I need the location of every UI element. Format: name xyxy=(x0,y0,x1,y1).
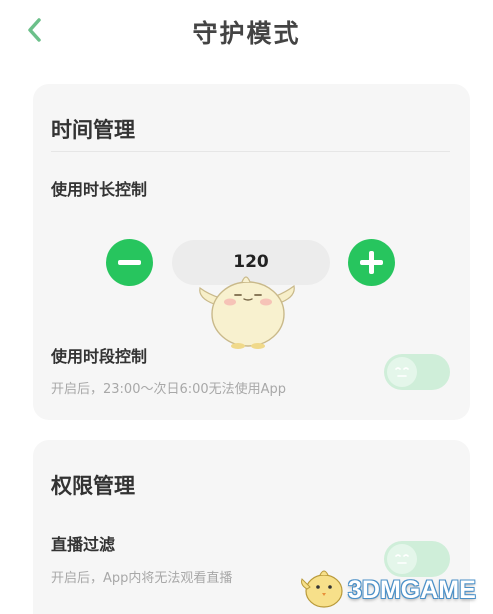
minus-icon xyxy=(118,260,141,265)
period-control-toggle[interactable] xyxy=(384,354,450,390)
period-control-description: 开启后，23:00～次日6:00无法使用App xyxy=(51,382,287,397)
decrease-button[interactable] xyxy=(106,239,153,286)
watermark-mascot-icon xyxy=(301,570,343,608)
time-management-card: 时间管理 使用时长控制 120 使用时段控制 开启后，23:00～次日6:00无… xyxy=(33,84,470,420)
duration-value: 120 xyxy=(233,252,269,272)
section-title-permission: 权限管理 xyxy=(51,474,135,498)
duration-value-field[interactable]: 120 xyxy=(172,240,330,285)
face-icon xyxy=(395,367,409,377)
section-title-time: 时间管理 xyxy=(51,118,135,142)
period-control-label: 使用时段控制 xyxy=(51,347,148,366)
watermark-text: 3DMGAME xyxy=(348,576,476,604)
increase-button[interactable] xyxy=(348,239,395,286)
section-divider xyxy=(51,151,450,152)
guard-mode-screen: 守护模式 时间管理 使用时长控制 120 使用时段控制 开启后，23:00～次日… xyxy=(0,0,493,614)
toggle-knob xyxy=(387,357,417,387)
watermark: 3DMGAME xyxy=(298,563,490,611)
page-title: 守护模式 xyxy=(192,19,301,48)
live-filter-description: 开启后，App内将无法观看直播 xyxy=(51,571,233,586)
duration-control-label: 使用时长控制 xyxy=(51,180,148,199)
live-filter-label: 直播过滤 xyxy=(51,535,116,554)
